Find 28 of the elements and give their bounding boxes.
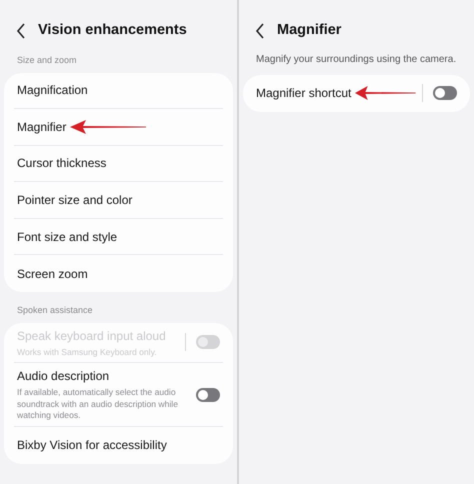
settings-item[interactable]: Bixby Vision for accessibility	[14, 426, 223, 464]
item-description: If available, automatically select the audio soundtrack with an audio description while watching videos.	[17, 387, 179, 422]
item-label: Cursor thickness	[17, 155, 106, 172]
settings-item[interactable]: Audio description If available, automatically select the audio soundtrack with an audio description while watching videos.	[14, 363, 223, 427]
item-label: Pointer size and color	[17, 192, 132, 210]
page-description: Magnify your surroundings using the camera.	[255, 53, 458, 67]
settings-item[interactable]: Pointer size and color	[14, 182, 223, 219]
page-title: Vision enhancements	[38, 21, 187, 40]
item-label: Magnification	[17, 82, 88, 100]
section-label: Size and zoom	[16, 54, 78, 67]
toggle-switch[interactable]	[433, 86, 457, 100]
settings-item[interactable]: Magnifier	[14, 109, 223, 146]
page-title: Magnifier	[277, 21, 342, 40]
item-label: Magnifier shortcut	[256, 85, 352, 102]
section-label: Spoken assistance	[16, 304, 94, 318]
item-label: Bixby Vision for accessibility	[17, 437, 167, 454]
item-label: Audio description	[17, 368, 110, 386]
item-label: Screen zoom	[17, 266, 88, 283]
settings-item[interactable]: Cursor thickness	[14, 146, 223, 182]
toggle-switch[interactable]	[196, 388, 220, 402]
back-icon[interactable]	[16, 23, 26, 39]
item-label: Font size and style	[17, 228, 118, 246]
settings-item[interactable]: Font size and style	[14, 218, 223, 256]
back-icon[interactable]	[255, 23, 265, 39]
item-label: Magnifier	[17, 118, 66, 136]
settings-item[interactable]: Magnifier shortcut	[253, 75, 460, 112]
settings-item[interactable]: Magnification	[14, 72, 223, 110]
settings-item[interactable]: Screen zoom	[14, 255, 223, 292]
